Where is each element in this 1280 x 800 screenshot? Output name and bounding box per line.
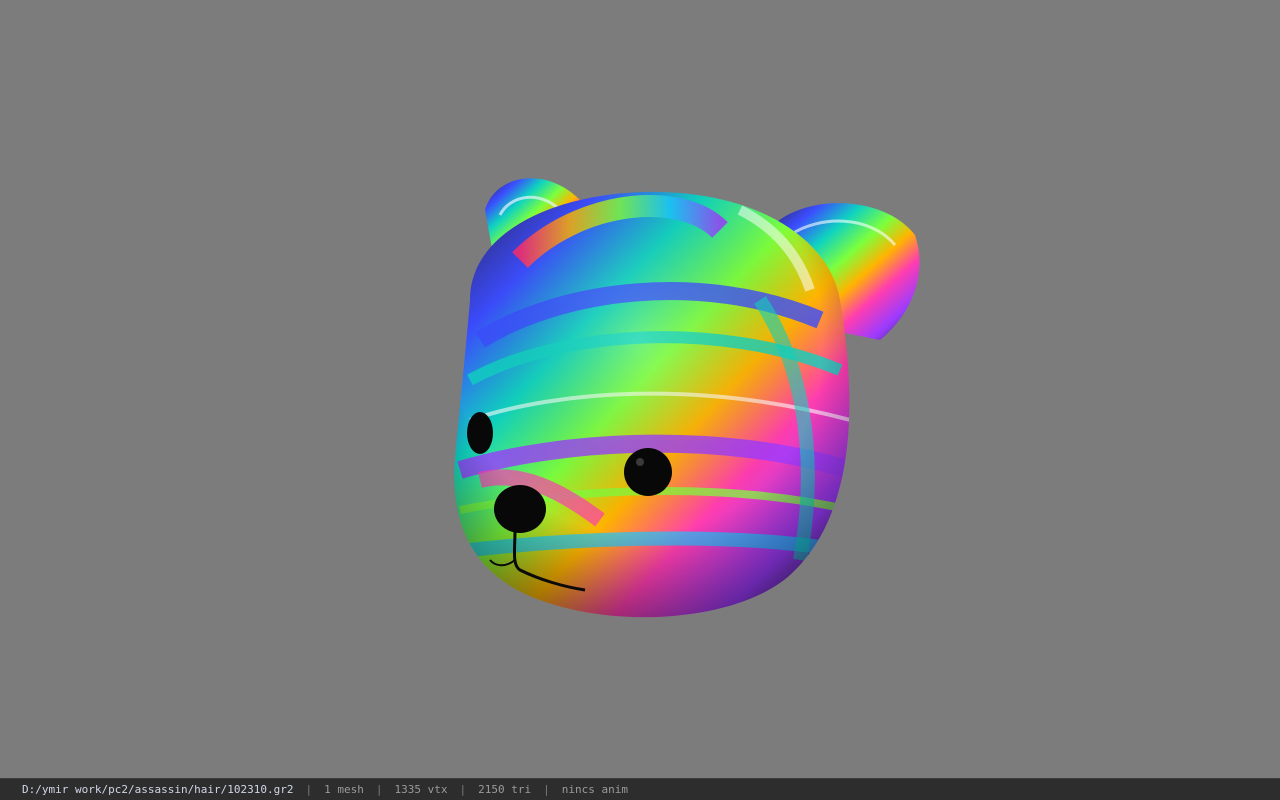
separator: | bbox=[375, 783, 383, 796]
bear-head bbox=[454, 191, 850, 618]
status-bar: D:/ymir work/pc2/assassin/hair/102310.gr… bbox=[0, 778, 1280, 800]
nose bbox=[494, 485, 546, 533]
file-path: D:/ymir work/pc2/assassin/hair/102310.gr… bbox=[22, 783, 294, 796]
left-eye bbox=[467, 412, 493, 454]
model-render[interactable] bbox=[0, 0, 1280, 778]
right-eye bbox=[624, 448, 672, 496]
vertex-count: 1335 vtx bbox=[394, 783, 448, 796]
separator: | bbox=[459, 783, 467, 796]
separator: | bbox=[543, 783, 550, 796]
mesh-count: 1 mesh bbox=[324, 783, 364, 796]
animation-status: nincs anim bbox=[561, 783, 628, 796]
right-eye-highlight bbox=[636, 458, 644, 466]
separator: | bbox=[305, 783, 313, 796]
triangle-count: 2150 tri bbox=[478, 783, 532, 796]
3d-viewport[interactable] bbox=[0, 0, 1280, 778]
